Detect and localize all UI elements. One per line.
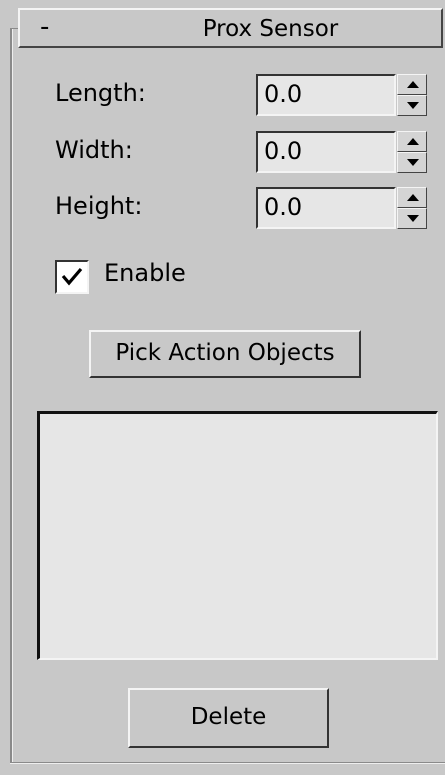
length-field[interactable]: 0.0 [256,74,396,116]
height-label: Height: [55,192,143,220]
prox-sensor-panel: - Prox Sensor Length: 0.0 Width: 0.0 Hei… [0,0,445,775]
delete-button[interactable]: Delete [128,688,329,748]
length-spin-down-button[interactable] [397,95,427,116]
height-value: 0.0 [264,193,303,221]
width-spinner[interactable] [397,131,427,173]
spin-down-arrow-icon [407,215,419,222]
checkmark-icon [61,267,83,286]
height-field[interactable]: 0.0 [256,187,396,229]
width-spin-down-button[interactable] [397,152,427,173]
height-spin-down-button[interactable] [397,208,427,229]
rollout-frame-bottom [10,762,445,764]
length-label: Length: [55,79,146,107]
length-value: 0.0 [264,80,303,108]
spin-up-arrow-icon [407,81,419,88]
rollout-header[interactable]: - Prox Sensor [18,8,443,48]
width-field[interactable]: 0.0 [256,131,396,173]
rollout-frame-tick [10,28,18,29]
length-spinner[interactable] [397,74,427,116]
spin-down-arrow-icon [407,159,419,166]
spin-up-arrow-icon [407,138,419,145]
enable-checkbox[interactable] [55,260,89,294]
enable-label[interactable]: Enable [104,256,186,290]
pick-action-objects-button[interactable]: Pick Action Objects [89,330,361,378]
length-spin-up-button[interactable] [397,74,427,95]
rollout-frame-left [10,28,13,763]
rollout-title: Prox Sensor [202,16,339,42]
spin-down-arrow-icon [407,102,419,109]
width-value: 0.0 [264,137,303,165]
action-objects-list[interactable] [37,411,438,660]
spin-up-arrow-icon [407,194,419,201]
height-spin-up-button[interactable] [397,187,427,208]
width-label: Width: [55,136,133,164]
width-spin-up-button[interactable] [397,131,427,152]
height-spinner[interactable] [397,187,427,229]
